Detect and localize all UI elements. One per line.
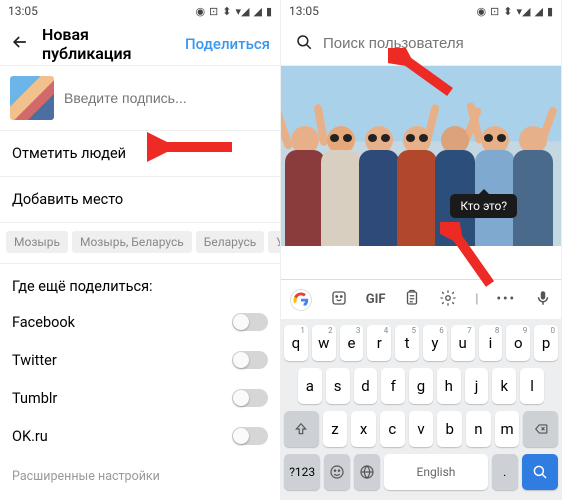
key-p[interactable]: p0 <box>534 325 558 361</box>
key-i[interactable]: i8 <box>479 325 503 361</box>
key-a[interactable]: a <box>298 368 322 404</box>
share-facebook: Facebook <box>0 303 280 341</box>
toggle-twitter[interactable] <box>232 351 268 369</box>
status-time: 13:05 <box>8 4 38 18</box>
page-title: Новая публикация <box>42 25 173 63</box>
share-target-label: Facebook <box>12 314 75 331</box>
status-bar: 13:05 ◉⊡⬍▾◢◢▮ <box>281 0 561 22</box>
location-chip[interactable]: Беларусь <box>196 231 264 253</box>
emoji-key[interactable] <box>324 454 350 490</box>
key-c[interactable]: c <box>380 411 405 447</box>
space-key[interactable]: English <box>384 454 488 490</box>
backspace-key[interactable] <box>523 411 558 447</box>
caption-row <box>0 66 280 131</box>
key-h[interactable]: h <box>437 368 461 404</box>
soft-keyboard: q1w2e3r4t5y6u7i8o9p0 asdfghjkl zxcvbnm ?… <box>281 319 561 500</box>
screen-tag-people: 13:05 ◉⊡⬍▾◢◢▮ Кто это? GIF | ••• <box>281 0 562 500</box>
key-t[interactable]: t5 <box>395 325 419 361</box>
status-icons: ◉⊡⬍▾◢◢▮ <box>195 5 272 18</box>
search-bar <box>281 22 561 66</box>
key-d[interactable]: d <box>354 368 378 404</box>
toggle-okru[interactable] <box>232 427 268 445</box>
screen-new-post: 13:05 ◉⊡⬍▾◢◢▮ Новая публикация Поделитьс… <box>0 0 281 500</box>
period-key[interactable]: . <box>492 454 518 490</box>
status-bar: 13:05 ◉⊡⬍▾◢◢▮ <box>0 0 280 22</box>
sticker-icon[interactable] <box>330 289 348 311</box>
tag-people-label: Отметить людей <box>12 145 126 162</box>
caption-input[interactable] <box>64 90 270 106</box>
key-f[interactable]: f <box>381 368 405 404</box>
toggle-facebook[interactable] <box>232 313 268 331</box>
more-icon[interactable]: ••• <box>496 292 516 307</box>
share-target-label: OK.ru <box>12 428 48 445</box>
globe-key[interactable] <box>354 454 380 490</box>
key-q[interactable]: q1 <box>284 325 308 361</box>
post-thumbnail[interactable] <box>10 76 54 120</box>
share-button[interactable]: Поделиться <box>185 35 270 53</box>
key-s[interactable]: s <box>326 368 350 404</box>
app-bar: Новая публикация Поделиться <box>0 22 280 66</box>
share-also-label: Где ещё поделиться: <box>0 264 280 303</box>
key-e[interactable]: e3 <box>340 325 364 361</box>
back-icon[interactable] <box>10 32 30 56</box>
share-tumblr: Tumblr <box>0 379 280 417</box>
tag-tooltip: Кто это? <box>450 194 517 218</box>
key-m[interactable]: m <box>495 411 520 447</box>
key-n[interactable]: n <box>466 411 491 447</box>
clipboard-icon[interactable] <box>403 289 421 311</box>
key-w[interactable]: w2 <box>312 325 336 361</box>
toggle-tumblr[interactable] <box>232 389 268 407</box>
key-x[interactable]: x <box>351 411 376 447</box>
key-o[interactable]: o9 <box>506 325 530 361</box>
location-chip[interactable]: Мозырь, Беларусь <box>72 231 192 253</box>
search-icon <box>295 33 313 55</box>
key-y[interactable]: y6 <box>423 325 447 361</box>
tag-photo[interactable]: Кто это? <box>281 66 561 246</box>
numeric-key[interactable]: ?123 <box>284 454 320 490</box>
search-key[interactable] <box>522 454 558 490</box>
tag-people-row[interactable]: Отметить людей <box>0 131 280 177</box>
share-target-label: Twitter <box>12 352 57 369</box>
key-b[interactable]: b <box>437 411 462 447</box>
gif-button[interactable]: GIF <box>366 292 386 307</box>
key-l[interactable]: l <box>520 368 544 404</box>
add-location-label: Добавить место <box>12 191 123 208</box>
status-icons: ◉⊡⬍▾◢◢▮ <box>476 5 553 18</box>
location-suggestions: Мозырь Мозырь, Беларусь Беларусь Украина <box>0 223 280 264</box>
location-chip[interactable]: Мозырь <box>6 231 68 253</box>
add-location-row[interactable]: Добавить место <box>0 177 280 223</box>
key-k[interactable]: k <box>492 368 516 404</box>
mic-icon[interactable] <box>534 289 552 311</box>
advanced-settings[interactable]: Расширенные настройки <box>0 455 280 498</box>
key-g[interactable]: g <box>409 368 433 404</box>
key-r[interactable]: r4 <box>367 325 391 361</box>
key-j[interactable]: j <box>465 368 489 404</box>
key-z[interactable]: z <box>323 411 348 447</box>
key-v[interactable]: v <box>409 411 434 447</box>
search-input[interactable] <box>323 35 547 52</box>
share-twitter: Twitter <box>0 341 280 379</box>
status-time: 13:05 <box>289 4 319 18</box>
share-target-label: Tumblr <box>12 390 57 407</box>
settings-icon[interactable] <box>439 289 457 311</box>
keyboard-suggestion-bar: GIF | ••• <box>281 279 561 319</box>
share-okru: OK.ru <box>0 417 280 455</box>
google-icon[interactable] <box>290 289 312 311</box>
key-u[interactable]: u7 <box>451 325 475 361</box>
shift-key[interactable] <box>284 411 319 447</box>
location-chip[interactable]: Украина <box>268 231 280 253</box>
